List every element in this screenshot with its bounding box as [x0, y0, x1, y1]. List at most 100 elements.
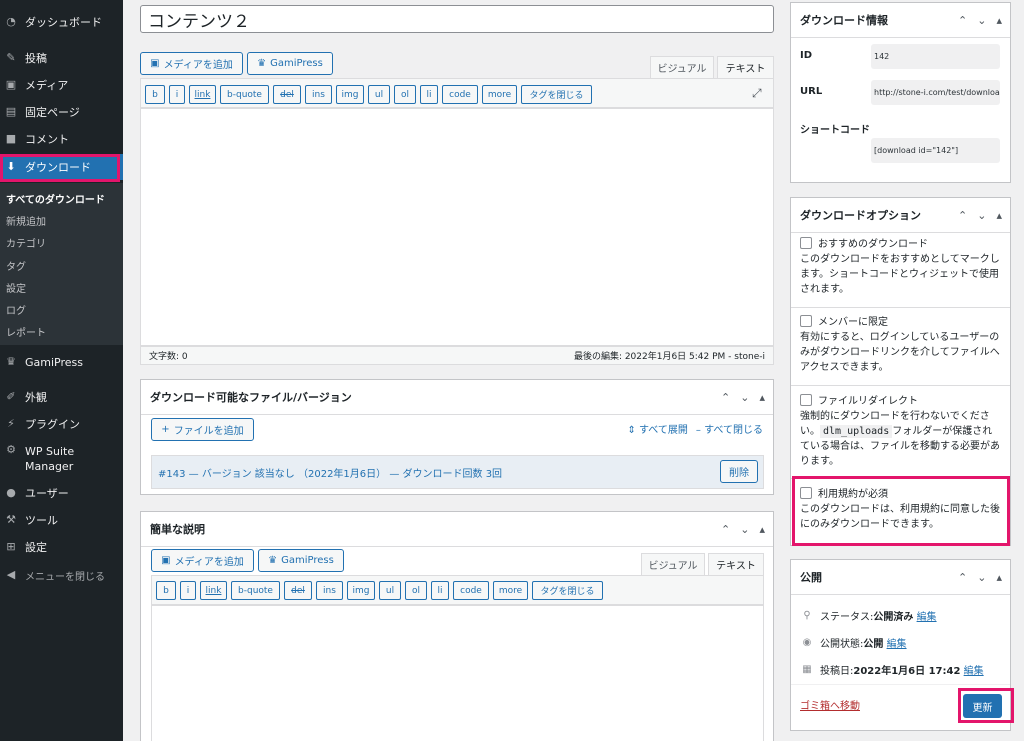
qt-i[interactable]: i: [169, 85, 185, 104]
qt-bquote[interactable]: b-quote: [220, 85, 269, 104]
redirect-checkbox[interactable]: [800, 394, 812, 406]
version-row-label: #143 — バージョン 該当なし （2022年1月6日） — ダウンロード回数…: [158, 468, 503, 480]
submenu-logs[interactable]: ログ: [6, 302, 26, 317]
tab-visual[interactable]: ビジュアル: [650, 56, 714, 78]
qt-li[interactable]: li: [420, 85, 438, 104]
qt-b[interactable]: b: [156, 581, 176, 600]
submenu-tags[interactable]: タグ: [6, 258, 26, 273]
redirect-option[interactable]: ファイルリダイレクト: [800, 394, 1001, 409]
content-textarea[interactable]: [140, 108, 774, 346]
url-field[interactable]: http://stone-i.com/test/download/142/: [871, 80, 1000, 105]
move-up-icon[interactable]: ⌃: [958, 209, 967, 222]
submenu-add-new[interactable]: 新規追加: [6, 213, 46, 228]
editor-status-bar: 文字数: 0 最後の編集: 2022年1月6日 5:42 PM - stone-…: [140, 346, 774, 365]
toggle-panel-icon[interactable]: ▴: [759, 391, 765, 404]
id-field[interactable]: 142: [871, 44, 1000, 69]
qt-ol[interactable]: ol: [394, 85, 416, 104]
submenu-category[interactable]: カテゴリ: [6, 235, 46, 250]
menu-dashboard[interactable]: ◔ ダッシュボード: [0, 14, 123, 30]
qt-link[interactable]: link: [189, 85, 216, 104]
move-up-icon[interactable]: ⌃: [958, 571, 967, 584]
expand-all-link[interactable]: ⇕ すべて展開: [627, 421, 687, 436]
qt-ins[interactable]: ins: [316, 581, 343, 600]
menu-collapse[interactable]: ◀ メニューを閉じる: [0, 567, 123, 583]
move-up-icon[interactable]: ⌃: [721, 391, 730, 404]
gamipress-button[interactable]: ♛ GamiPress: [247, 52, 333, 75]
qt-li[interactable]: li: [431, 581, 449, 600]
qt-ol[interactable]: ol: [405, 581, 427, 600]
featured-checkbox[interactable]: [800, 237, 812, 249]
post-title-input[interactable]: コンテンツ２: [140, 5, 774, 33]
tab-text-2[interactable]: テキスト: [708, 553, 764, 575]
add-media-button[interactable]: ▣ メディアを追加: [140, 52, 243, 75]
submenu-all-downloads[interactable]: すべてのダウンロード: [6, 191, 105, 206]
trash-link[interactable]: ゴミ箱へ移動: [800, 697, 860, 712]
toggle-panel-icon[interactable]: ▴: [996, 571, 1002, 584]
featured-option[interactable]: おすすめのダウンロード: [800, 237, 1001, 252]
menu-pages[interactable]: ▤ 固定ページ: [0, 104, 123, 120]
qt-close-tags[interactable]: タグを閉じる: [532, 581, 603, 600]
qt-ul[interactable]: ul: [379, 581, 401, 600]
qt-link[interactable]: link: [200, 581, 227, 600]
qt-more[interactable]: more: [482, 85, 517, 104]
url-label: URL: [800, 86, 823, 97]
menu-comments[interactable]: ■ コメント: [0, 131, 123, 147]
members-option[interactable]: メンバーに限定: [800, 315, 1001, 330]
short-desc-textarea[interactable]: [151, 605, 764, 741]
move-down-icon[interactable]: ⌄: [977, 571, 986, 584]
qt-ul[interactable]: ul: [368, 85, 390, 104]
pin-icon: ⚲: [803, 610, 811, 621]
qt-ins[interactable]: ins: [305, 85, 332, 104]
members-checkbox[interactable]: [800, 315, 812, 327]
media-icon: ▣: [150, 58, 160, 69]
tab-text[interactable]: テキスト: [717, 56, 774, 78]
qt-code[interactable]: code: [453, 581, 489, 600]
toggle-panel-icon[interactable]: ▴: [996, 209, 1002, 222]
crown-icon: ♛: [257, 58, 267, 69]
menu-wp-suite-manager[interactable]: ⚙ WP Suite Manager: [0, 444, 123, 474]
tab-visual-2[interactable]: ビジュアル: [641, 553, 705, 575]
shortcode-field[interactable]: [download id="142"]: [871, 138, 1000, 163]
menu-plugins[interactable]: ⚡ プラグイン: [0, 416, 123, 432]
move-down-icon[interactable]: ⌄: [740, 523, 749, 536]
qt-more[interactable]: more: [493, 581, 528, 600]
qt-img[interactable]: img: [347, 581, 375, 600]
edit-status-link[interactable]: 編集: [917, 608, 937, 623]
toggle-panel-icon[interactable]: ▴: [759, 523, 765, 536]
menu-appearance[interactable]: ✐ 外観: [0, 389, 123, 405]
delete-version-button[interactable]: 削除: [720, 460, 758, 483]
edit-visibility-link[interactable]: 編集: [887, 635, 907, 650]
move-down-icon[interactable]: ⌄: [740, 391, 749, 404]
last-edited: 最後の編集: 2022年1月6日 5:42 PM - stone-i: [573, 352, 765, 362]
qt-del[interactable]: del: [284, 581, 312, 600]
qt-close-tags[interactable]: タグを閉じる: [521, 85, 592, 104]
add-media-button-2[interactable]: ▣ メディアを追加: [151, 549, 254, 572]
menu-gamipress[interactable]: ♛ GamiPress: [0, 354, 123, 370]
submenu-settings[interactable]: 設定: [6, 280, 26, 295]
status-row: ⚲ ステータス: 公開済み 編集: [800, 608, 937, 623]
move-up-icon[interactable]: ⌃: [958, 14, 967, 27]
submenu-reports[interactable]: レポート: [6, 324, 46, 339]
edit-date-link[interactable]: 編集: [964, 662, 984, 677]
gamipress-button-2[interactable]: ♛ GamiPress: [258, 549, 344, 572]
fullscreen-icon[interactable]: ⤢: [752, 86, 762, 101]
qt-bquote[interactable]: b-quote: [231, 581, 280, 600]
add-file-button[interactable]: + ファイルを追加: [151, 418, 254, 441]
menu-media[interactable]: ▣ メディア: [0, 77, 123, 93]
move-up-icon[interactable]: ⌃: [721, 523, 730, 536]
menu-settings[interactable]: ⊞ 設定: [0, 539, 123, 555]
menu-tools[interactable]: ⚒ ツール: [0, 512, 123, 528]
close-all-link[interactable]: – すべて閉じる: [696, 421, 763, 436]
move-down-icon[interactable]: ⌄: [977, 209, 986, 222]
qt-img[interactable]: img: [336, 85, 364, 104]
version-row[interactable]: #143 — バージョン 該当なし （2022年1月6日） — ダウンロード回数…: [151, 455, 764, 489]
qt-i[interactable]: i: [180, 581, 196, 600]
qt-del[interactable]: del: [273, 85, 301, 104]
highlight-frame: [958, 688, 1014, 723]
menu-users[interactable]: ● ユーザー: [0, 485, 123, 501]
toggle-panel-icon[interactable]: ▴: [996, 14, 1002, 27]
qt-code[interactable]: code: [442, 85, 478, 104]
qt-b[interactable]: b: [145, 85, 165, 104]
move-down-icon[interactable]: ⌄: [977, 14, 986, 27]
menu-posts[interactable]: ✎ 投稿: [0, 50, 123, 66]
